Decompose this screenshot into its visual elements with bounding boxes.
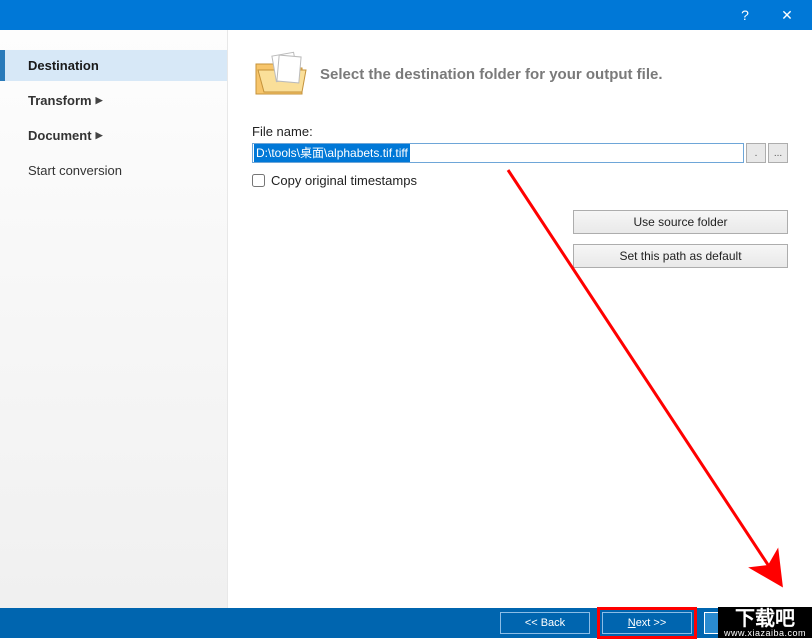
copy-timestamps-checkbox[interactable]: Copy original timestamps bbox=[252, 173, 788, 188]
sidebar-item-transform[interactable]: Transform ▶ bbox=[0, 85, 227, 116]
back-button[interactable]: << Back bbox=[500, 612, 590, 634]
chevron-right-icon: ▶ bbox=[96, 95, 103, 106]
help-button[interactable]: ? bbox=[724, 0, 766, 30]
sidebar-item-label: Start conversion bbox=[28, 163, 122, 178]
file-name-input[interactable]: D:\tools\桌面\alphabets.tif.tiff bbox=[252, 143, 744, 163]
copy-timestamps-input[interactable] bbox=[252, 174, 265, 187]
watermark: 下载吧 www.xiazaiba.com bbox=[718, 607, 812, 638]
main-panel: Select the destination folder for your o… bbox=[228, 30, 812, 608]
file-name-value: D:\tools\桌面\alphabets.tif.tiff bbox=[254, 144, 410, 162]
title-bar: ? ✕ bbox=[0, 0, 812, 30]
sidebar-item-label: Document bbox=[28, 128, 92, 143]
browse-button[interactable]: ... bbox=[768, 143, 788, 163]
chevron-right-icon: ▶ bbox=[96, 130, 103, 141]
file-name-label: File name: bbox=[252, 124, 788, 139]
current-folder-button[interactable]: . bbox=[746, 143, 766, 163]
content-area: Destination Transform ▶ Document ▶ Start… bbox=[0, 30, 812, 608]
next-rest: ext >> bbox=[636, 617, 667, 629]
watermark-text: 下载吧 bbox=[735, 608, 795, 630]
close-button[interactable]: ✕ bbox=[766, 0, 808, 30]
next-mnemonic: N bbox=[628, 617, 636, 629]
sidebar-item-label: Destination bbox=[28, 58, 99, 73]
page-header: Select the destination folder for your o… bbox=[252, 50, 788, 98]
folder-icon bbox=[252, 50, 308, 98]
file-name-row: D:\tools\桌面\alphabets.tif.tiff . ... bbox=[252, 143, 788, 163]
sidebar-item-label: Transform bbox=[28, 93, 92, 108]
use-source-folder-button[interactable]: Use source folder bbox=[573, 210, 788, 234]
sidebar-item-destination[interactable]: Destination bbox=[0, 50, 227, 81]
wizard-sidebar: Destination Transform ▶ Document ▶ Start… bbox=[0, 30, 228, 608]
set-path-default-button[interactable]: Set this path as default bbox=[573, 244, 788, 268]
watermark-url: www.xiazaiba.com bbox=[724, 629, 806, 638]
next-button[interactable]: Next >> bbox=[602, 612, 692, 634]
path-buttons-column: Use source folder Set this path as defau… bbox=[573, 210, 788, 268]
sidebar-item-start-conversion[interactable]: Start conversion bbox=[0, 155, 227, 186]
page-heading: Select the destination folder for your o… bbox=[320, 66, 663, 83]
copy-timestamps-label: Copy original timestamps bbox=[271, 173, 417, 188]
wizard-footer: << Back Next >> START! bbox=[0, 608, 812, 638]
sidebar-item-document[interactable]: Document ▶ bbox=[0, 120, 227, 151]
